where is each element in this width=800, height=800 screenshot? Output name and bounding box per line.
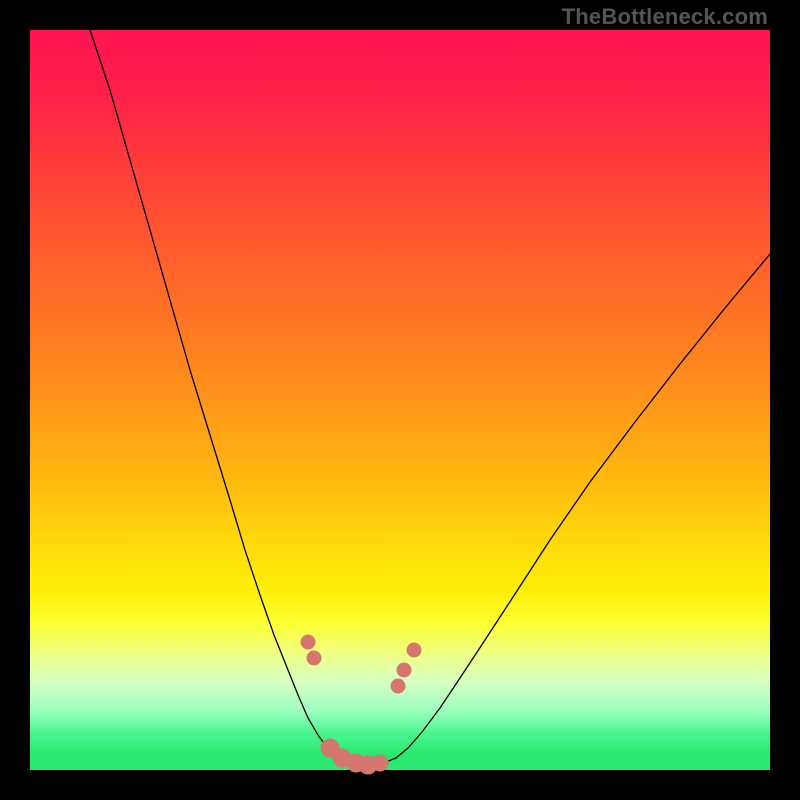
data-point: [407, 643, 421, 657]
bottleneck-curve: [90, 30, 770, 765]
chart-frame: TheBottleneck.com: [0, 0, 800, 800]
data-point: [397, 663, 411, 677]
data-points: [301, 635, 421, 774]
data-point: [391, 679, 405, 693]
data-point: [372, 755, 388, 771]
data-point: [301, 635, 315, 649]
watermark-text: TheBottleneck.com: [562, 4, 768, 30]
data-point: [307, 651, 321, 665]
chart-svg: [30, 30, 770, 770]
